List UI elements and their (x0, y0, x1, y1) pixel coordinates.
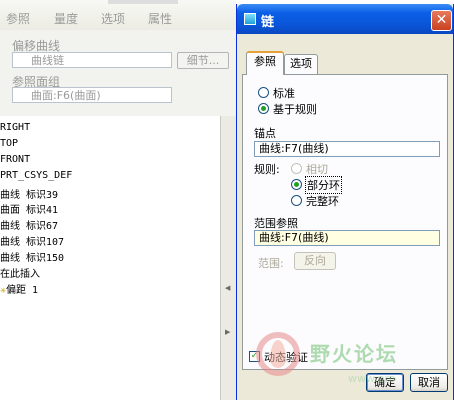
ok-button[interactable]: 确定 (366, 373, 404, 392)
partial-loop-radio-label: 部分环 (305, 176, 342, 194)
tree-item[interactable]: TOP (0, 138, 18, 149)
tree-item[interactable]: PRT_CSYS_DEF (0, 170, 72, 181)
references-tab-page: 标准 基于规则 锚点 曲线:F7(曲线) 规则: 相切 部分环 完整环 范围参照… (242, 74, 448, 370)
dialog-tab-options[interactable]: 选项 (284, 54, 318, 74)
tree-item[interactable]: 曲线 标识150 (0, 249, 64, 264)
standard-radio[interactable] (258, 87, 269, 98)
tab-properties[interactable]: 属性 (148, 10, 172, 27)
tab-references[interactable]: 参照 (6, 10, 30, 27)
range-ref-collector[interactable]: 曲线:F7(曲线) (254, 230, 440, 246)
dialog-tab-references[interactable]: 参照 (246, 51, 284, 75)
collapse-left-icon[interactable]: ◀ (225, 284, 230, 292)
tree-item[interactable]: 曲线 标识107 (0, 233, 64, 248)
tree-item[interactable]: FRONT (0, 154, 30, 165)
tab-options[interactable]: 选项 (101, 10, 125, 27)
window-icon (244, 13, 256, 25)
tree-item-insert-here[interactable]: 在此插入 (0, 265, 40, 280)
offset-curve-field[interactable]: 曲线链 (12, 52, 172, 68)
panel-splitter[interactable]: ◀ ▶ (220, 116, 237, 400)
tree-item[interactable]: RIGHT (0, 122, 30, 133)
details-button[interactable]: 细节... (177, 52, 229, 69)
tab-bar-scroll (108, 0, 178, 4)
tangent-radio-label: 相切 (306, 163, 328, 176)
rules-label: 规则: (254, 163, 280, 176)
dialog-title: 链 (261, 15, 275, 30)
flip-button[interactable]: 反向 (294, 252, 336, 270)
tree-item-label: 偏距 1 (6, 285, 39, 296)
dialog-title-bar[interactable]: 链 ✕ (237, 4, 453, 34)
range-ref-label: 范围参照 (254, 217, 298, 230)
standard-radio-label: 标准 (273, 87, 295, 100)
full-loop-radio-label: 完整环 (306, 195, 339, 208)
anchor-collector[interactable]: 曲线:F7(曲线) (254, 141, 440, 157)
expand-right-icon[interactable]: ▶ (225, 328, 230, 336)
chain-dialog: 链 ✕ 参照 选项 标准 基于规则 锚点 曲线:F7(曲线) 规则: 相切 部分… (236, 4, 454, 400)
model-tree: RIGHT TOP FRONT PRT_CSYS_DEF 曲线 标识39 曲面 … (0, 116, 220, 400)
feature-tab-bar: 参照 量度 选项 属性 (0, 0, 236, 31)
partial-loop-radio[interactable] (291, 179, 302, 190)
rule-based-radio-label: 基于规则 (273, 103, 317, 116)
rule-based-radio[interactable] (258, 103, 269, 114)
tree-item[interactable]: 曲线 标识67 (0, 217, 58, 232)
tree-item[interactable]: 曲面 标识41 (0, 201, 58, 216)
range-label: 范围: (258, 257, 284, 270)
ref-surface-field[interactable]: 曲面:F6(曲面) (12, 87, 172, 103)
full-loop-radio[interactable] (291, 195, 302, 206)
close-button[interactable]: ✕ (431, 10, 452, 31)
anchor-label: 锚点 (254, 127, 276, 140)
dynamic-verify-label: 动态验证 (264, 351, 308, 364)
tree-item-offset[interactable]: ✳偏距 1 (0, 281, 38, 296)
references-panel: 偏移曲线 曲线链 细节... 参照面组 曲面:F6(曲面) (0, 30, 236, 116)
tangent-radio[interactable] (291, 163, 302, 174)
tab-measure[interactable]: 量度 (54, 10, 78, 27)
tree-item[interactable]: 曲线 标识39 (0, 186, 58, 201)
dynamic-verify-checkbox[interactable]: ✓ (249, 351, 260, 362)
cancel-button[interactable]: 取消 (410, 373, 448, 392)
